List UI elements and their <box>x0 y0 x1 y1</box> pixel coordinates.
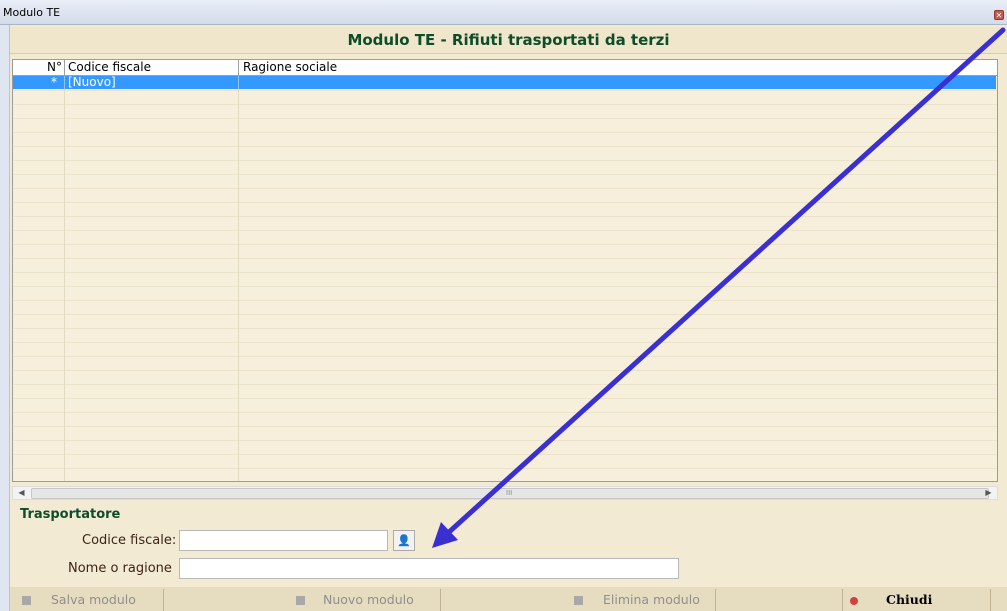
main-window: Modulo TE ✕ Modulo TE - Rifiuti trasport… <box>0 0 1007 611</box>
annotation-arrow <box>432 27 1006 548</box>
